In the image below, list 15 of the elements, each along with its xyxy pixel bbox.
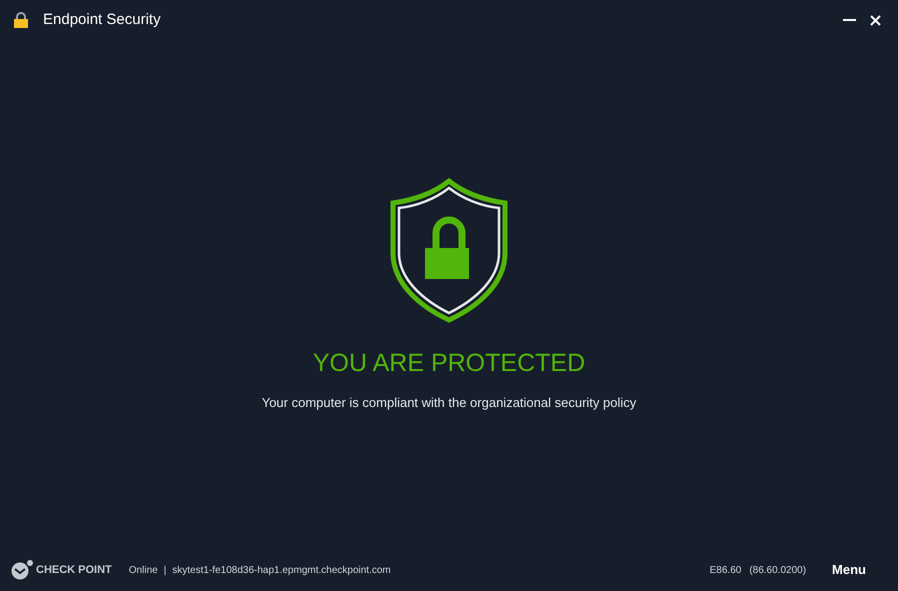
server-address: skytest1-fe108d36-hap1.epmgmt.checkpoint.com [172, 564, 391, 578]
connection-status: Online [128, 564, 158, 578]
brand-name: CHECK POINT [36, 562, 112, 578]
window-title: Endpoint Security [43, 10, 161, 30]
close-icon [870, 14, 880, 26]
logo-icon [10, 560, 34, 580]
minimize-icon [842, 19, 856, 21]
version-label: E86.60 [710, 564, 742, 578]
status-message: Your computer is compliant with the organizational security policy [262, 394, 636, 412]
menu-button[interactable]: Menu [832, 560, 866, 580]
padlock-icon [14, 12, 28, 28]
separator: | [164, 564, 166, 578]
build-label: (86.60.0200) [749, 564, 806, 578]
shield-lock-icon [389, 178, 509, 323]
status-title: YOU ARE PROTECTED [312, 348, 586, 379]
